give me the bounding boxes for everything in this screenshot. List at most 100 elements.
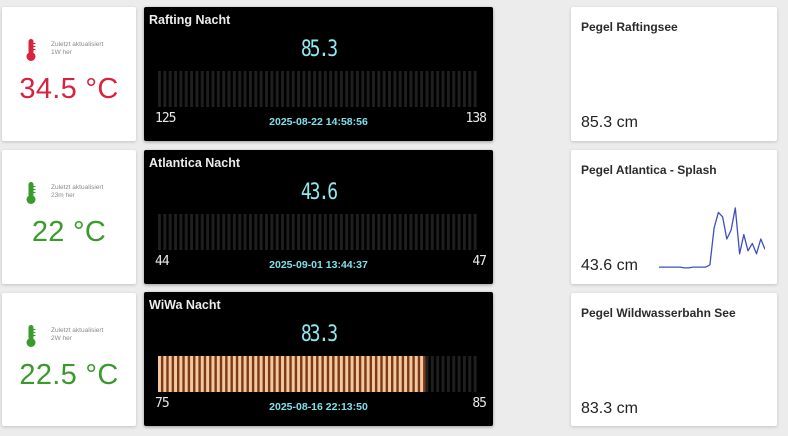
level-title: Pegel Wildwasserbahn See — [581, 306, 736, 320]
gauge-bar — [329, 356, 333, 392]
gauge-bar — [243, 214, 247, 250]
gauge-title: WiWa Nacht — [149, 298, 221, 312]
gauge-bar — [468, 214, 472, 250]
gauge-bar — [281, 214, 284, 250]
gauge-max: 85 — [472, 396, 487, 411]
gauge-bar — [372, 356, 375, 392]
gauge-value: 83.3 — [300, 322, 338, 347]
gauge-bar — [329, 214, 333, 250]
gauge-bar — [457, 71, 461, 107]
last-updated: Zuletzt aktualisiert 1W her — [51, 41, 103, 57]
gauge-bar — [372, 214, 375, 250]
gauge-bar — [211, 214, 215, 250]
temperature-card-rafting[interactable]: Zuletzt aktualisiert 1W her 34.5 °C — [2, 7, 136, 141]
gauge-bar — [275, 356, 279, 392]
temperature-card-wiwa[interactable]: Zuletzt aktualisiert 2W her 22.5 °C — [2, 293, 136, 426]
gauge-bar — [307, 356, 311, 392]
gauge-bar — [206, 356, 210, 392]
gauge-bars — [158, 214, 477, 250]
gauge-bar — [302, 356, 306, 392]
gauge-bar — [393, 71, 397, 107]
gauge-bar — [382, 214, 386, 250]
gauge-bar — [382, 356, 386, 392]
gauge-title: Rafting Nacht — [149, 13, 231, 27]
gauge-value: 43.6 — [300, 180, 338, 205]
gauge-bar — [248, 214, 252, 250]
gauge-bar — [457, 356, 461, 392]
gauge-bar — [446, 71, 450, 107]
gauge-bar — [350, 214, 354, 250]
gauge-bar — [339, 214, 343, 250]
gauge-bar — [339, 71, 343, 107]
gauge-bar — [361, 214, 365, 250]
gauge-bar — [366, 71, 370, 107]
gauge-bar — [425, 214, 429, 250]
gauge-bar — [286, 214, 290, 250]
gauge-bar — [184, 214, 188, 250]
gauge-bar — [286, 71, 290, 107]
gauge-bar — [307, 214, 311, 250]
gauge-bar — [211, 356, 215, 392]
gauge-bar — [425, 71, 429, 107]
gauge-bar — [259, 356, 263, 392]
gauge-bar — [345, 71, 349, 107]
gauge-bar — [163, 214, 167, 250]
temperature-value: 22.5 °C — [19, 359, 119, 391]
level-value: 83.3 cm — [581, 400, 638, 417]
gauge-bar — [377, 214, 381, 250]
gauge-timestamp: 2025-09-01 13:44:37 — [269, 259, 368, 271]
gauge-bar — [190, 356, 194, 392]
gauge-bar — [355, 356, 359, 392]
gauge-bar — [313, 356, 317, 392]
gauge-bar — [179, 356, 183, 392]
gauge-bar — [286, 356, 290, 392]
gauge-bar — [243, 71, 247, 107]
gauge-bar — [393, 214, 397, 250]
gauge-bar — [232, 214, 236, 250]
gauge-bar — [206, 71, 210, 107]
gauge-bar — [468, 356, 472, 392]
gauge-bar — [446, 356, 450, 392]
level-title: Pegel Raftingsee — [581, 20, 678, 34]
temperature-card-atlantica[interactable]: Zuletzt aktualisiert 23m her 22 °C — [2, 150, 136, 284]
gauge-bar — [216, 214, 220, 250]
gauge-bar — [468, 71, 472, 107]
thermometer-icon — [26, 182, 36, 204]
gauge-bar — [398, 356, 402, 392]
level-card-wildwasserbahn[interactable]: Pegel Wildwasserbahn See 83.3 cm — [571, 293, 777, 426]
gauge-bar — [216, 356, 220, 392]
gauge-bar — [174, 71, 177, 107]
level-card-raftingsee[interactable]: Pegel Raftingsee 85.3 cm — [571, 7, 777, 141]
last-updated-label: Zuletzt aktualisiert — [51, 327, 104, 334]
gauge-bar — [291, 71, 295, 107]
gauge-timestamp: 2025-08-16 22:13:50 — [269, 401, 368, 413]
sparkline-series — [659, 207, 765, 269]
gauge-bar — [457, 214, 461, 250]
gauge-bar — [377, 356, 381, 392]
gauge-bar — [436, 214, 440, 250]
gauge-bar — [436, 356, 440, 392]
level-card-atlantica-splash[interactable]: Pegel Atlantica - Splash 43.6 cm — [571, 150, 777, 284]
gauge-bar — [355, 214, 359, 250]
gauge-bar — [297, 71, 301, 107]
gauge-bar — [339, 356, 343, 392]
gauge-panel-rafting[interactable]: Rafting Nacht 85.3 125 2025-08-22 14:58:… — [144, 7, 493, 141]
gauge-bar — [265, 356, 268, 392]
level-sparkline — [659, 207, 765, 269]
gauge-bar — [184, 71, 188, 107]
gauge-panel-wiwa[interactable]: WiWa Nacht 83.3 75 2025-08-16 22:13:50 8… — [144, 292, 493, 426]
gauge-bar — [270, 71, 274, 107]
gauge-bar — [238, 71, 242, 107]
gauge-bar — [382, 71, 386, 107]
gauge-panel-atlantica[interactable]: Atlantica Nacht 43.6 44 2025-09-01 13:44… — [144, 150, 493, 284]
gauge-bar — [200, 356, 204, 392]
gauge-bar — [414, 214, 418, 250]
gauge-bar — [361, 71, 365, 107]
level-value: 43.6 cm — [581, 257, 638, 274]
gauge-bar — [323, 214, 327, 250]
gauge-bar — [179, 71, 183, 107]
last-updated-label: Zuletzt aktualisiert — [51, 41, 104, 48]
gauge-bar — [259, 71, 263, 107]
gauge-bar — [158, 214, 161, 250]
gauge-bar — [372, 71, 375, 107]
